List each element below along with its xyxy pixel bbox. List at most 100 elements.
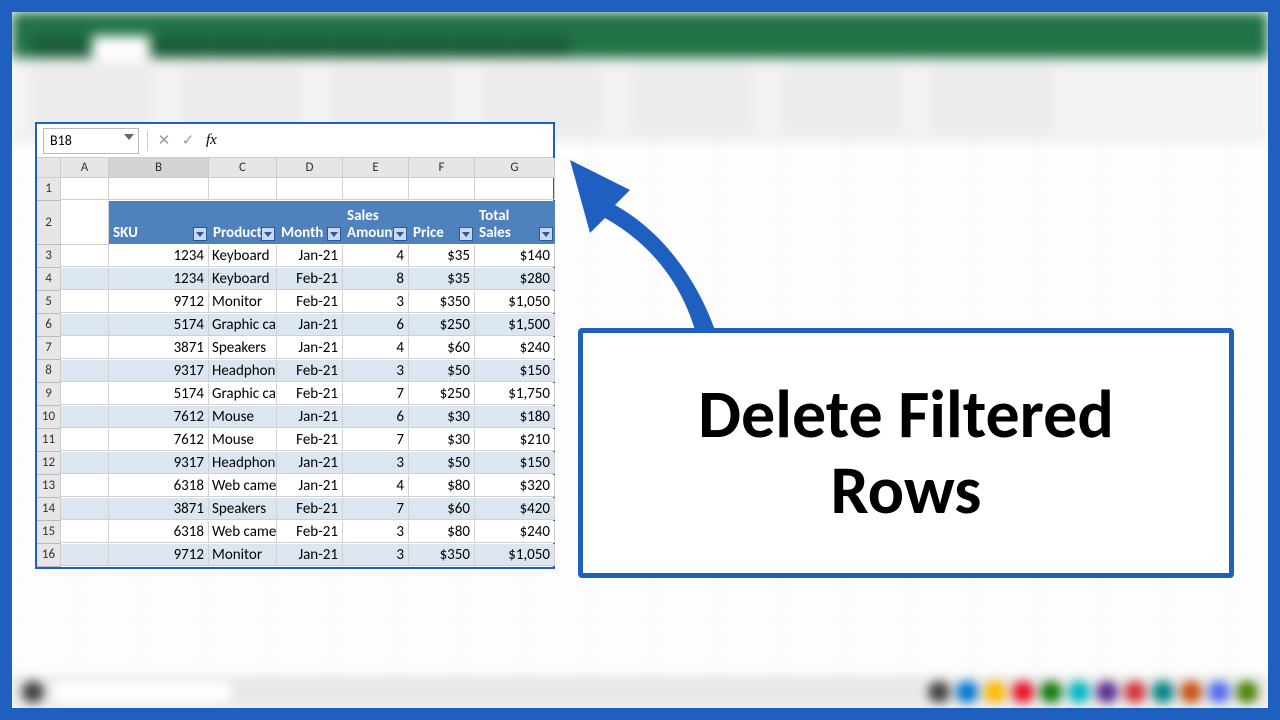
cell-price[interactable]: $250	[409, 383, 475, 405]
cell-sku[interactable]: 7612	[109, 429, 209, 451]
cell-price[interactable]: $250	[409, 314, 475, 336]
cell-amount[interactable]: 4	[343, 337, 409, 359]
dropdown-icon[interactable]	[124, 134, 134, 140]
cell-price[interactable]: $30	[409, 429, 475, 451]
cell-month[interactable]: Feb-21	[277, 521, 343, 543]
row-header[interactable]: 4	[37, 268, 61, 291]
cell-month[interactable]: Jan-21	[277, 245, 343, 267]
row-header[interactable]: 12	[37, 452, 61, 475]
cell[interactable]	[61, 452, 109, 474]
cell-month[interactable]: Feb-21	[277, 383, 343, 405]
cell[interactable]	[61, 291, 109, 313]
cell-month[interactable]: Feb-21	[277, 291, 343, 313]
cell[interactable]	[277, 178, 343, 200]
row-header[interactable]: 11	[37, 429, 61, 452]
cell[interactable]	[61, 429, 109, 451]
cell[interactable]	[61, 245, 109, 267]
column-header[interactable]: E	[343, 158, 409, 178]
cell-product[interactable]: Headphones	[209, 452, 277, 474]
cell-amount[interactable]: 3	[343, 452, 409, 474]
cell-total[interactable]: $1,750	[475, 383, 555, 405]
cell-product[interactable]: Monitor	[209, 544, 277, 566]
column-header[interactable]: A	[61, 158, 109, 178]
column-header[interactable]: C	[209, 158, 277, 178]
filter-icon[interactable]	[261, 227, 275, 241]
cell-month[interactable]: Feb-21	[277, 360, 343, 382]
cell-amount[interactable]: 3	[343, 360, 409, 382]
table-header-sku[interactable]: SKU	[109, 201, 209, 245]
cell-price[interactable]: $60	[409, 337, 475, 359]
cell[interactable]	[209, 178, 277, 200]
cell-total[interactable]: $150	[475, 360, 555, 382]
cell[interactable]	[61, 383, 109, 405]
row-header[interactable]: 16	[37, 544, 61, 567]
cell-month[interactable]: Jan-21	[277, 314, 343, 336]
cell-price[interactable]: $50	[409, 452, 475, 474]
cancel-icon[interactable]: ✕	[152, 131, 176, 150]
cell[interactable]	[61, 314, 109, 336]
cell-amount[interactable]: 4	[343, 475, 409, 497]
cell-price[interactable]: $80	[409, 521, 475, 543]
cell-sku[interactable]: 6318	[109, 475, 209, 497]
column-header[interactable]: D	[277, 158, 343, 178]
cell-total[interactable]: $320	[475, 475, 555, 497]
cell-sku[interactable]: 3871	[109, 498, 209, 520]
cell-month[interactable]: Jan-21	[277, 452, 343, 474]
cell-total[interactable]: $240	[475, 521, 555, 543]
cell-product[interactable]: Graphic card	[209, 314, 277, 336]
cell-sku[interactable]: 7612	[109, 406, 209, 428]
cell-month[interactable]: Jan-21	[277, 544, 343, 566]
row-header[interactable]: 6	[37, 314, 61, 337]
cell-sku[interactable]: 5174	[109, 314, 209, 336]
row-header[interactable]: 10	[37, 406, 61, 429]
row-header[interactable]: 9	[37, 383, 61, 406]
cell[interactable]	[61, 544, 109, 566]
cell-product[interactable]: Mouse	[209, 406, 277, 428]
cell-product[interactable]: Web camera	[209, 475, 277, 497]
cell-product[interactable]: Keyboard	[209, 245, 277, 267]
cell-month[interactable]: Jan-21	[277, 337, 343, 359]
fx-icon[interactable]: fx	[206, 132, 217, 149]
row-header[interactable]: 7	[37, 337, 61, 360]
row-header[interactable]: 5	[37, 291, 61, 314]
cell-price[interactable]: $50	[409, 360, 475, 382]
cell-month[interactable]: Jan-21	[277, 406, 343, 428]
cell-sku[interactable]: 6318	[109, 521, 209, 543]
cell[interactable]	[61, 268, 109, 290]
cell-price[interactable]: $35	[409, 268, 475, 290]
row-header[interactable]: 3	[37, 245, 61, 268]
cell-price[interactable]: $60	[409, 498, 475, 520]
cell-amount[interactable]: 7	[343, 429, 409, 451]
cell-total[interactable]: $180	[475, 406, 555, 428]
row-header[interactable]: 1	[37, 178, 61, 201]
worksheet-grid[interactable]: ABCDEFG12SKUProductMonthSales AmountPric…	[37, 158, 553, 567]
row-header[interactable]: 2	[37, 201, 61, 245]
table-header-month[interactable]: Month	[277, 201, 343, 245]
cell-sku[interactable]: 9317	[109, 360, 209, 382]
row-header[interactable]: 13	[37, 475, 61, 498]
table-header-sales-amount[interactable]: Sales Amount	[343, 201, 409, 245]
formula-input[interactable]	[223, 130, 553, 152]
cell-sku[interactable]: 9712	[109, 544, 209, 566]
name-box[interactable]: B18	[43, 128, 139, 154]
cell-product[interactable]: Headphones	[209, 360, 277, 382]
cell-sku[interactable]: 1234	[109, 245, 209, 267]
cell-price[interactable]: $350	[409, 291, 475, 313]
cell[interactable]	[343, 178, 409, 200]
cell-product[interactable]: Speakers	[209, 498, 277, 520]
filter-icon[interactable]	[459, 227, 473, 241]
cell-amount[interactable]: 6	[343, 406, 409, 428]
filter-icon[interactable]	[193, 227, 207, 241]
cell-sku[interactable]: 9317	[109, 452, 209, 474]
cell-month[interactable]: Feb-21	[277, 498, 343, 520]
cell-product[interactable]: Mouse	[209, 429, 277, 451]
cell-total[interactable]: $420	[475, 498, 555, 520]
cell[interactable]	[61, 475, 109, 497]
cell[interactable]	[109, 178, 209, 200]
cell-product[interactable]: Web camera	[209, 521, 277, 543]
cell[interactable]	[61, 498, 109, 520]
cell-product[interactable]: Speakers	[209, 337, 277, 359]
cell-amount[interactable]: 7	[343, 383, 409, 405]
cell-total[interactable]: $240	[475, 337, 555, 359]
cell[interactable]	[61, 360, 109, 382]
